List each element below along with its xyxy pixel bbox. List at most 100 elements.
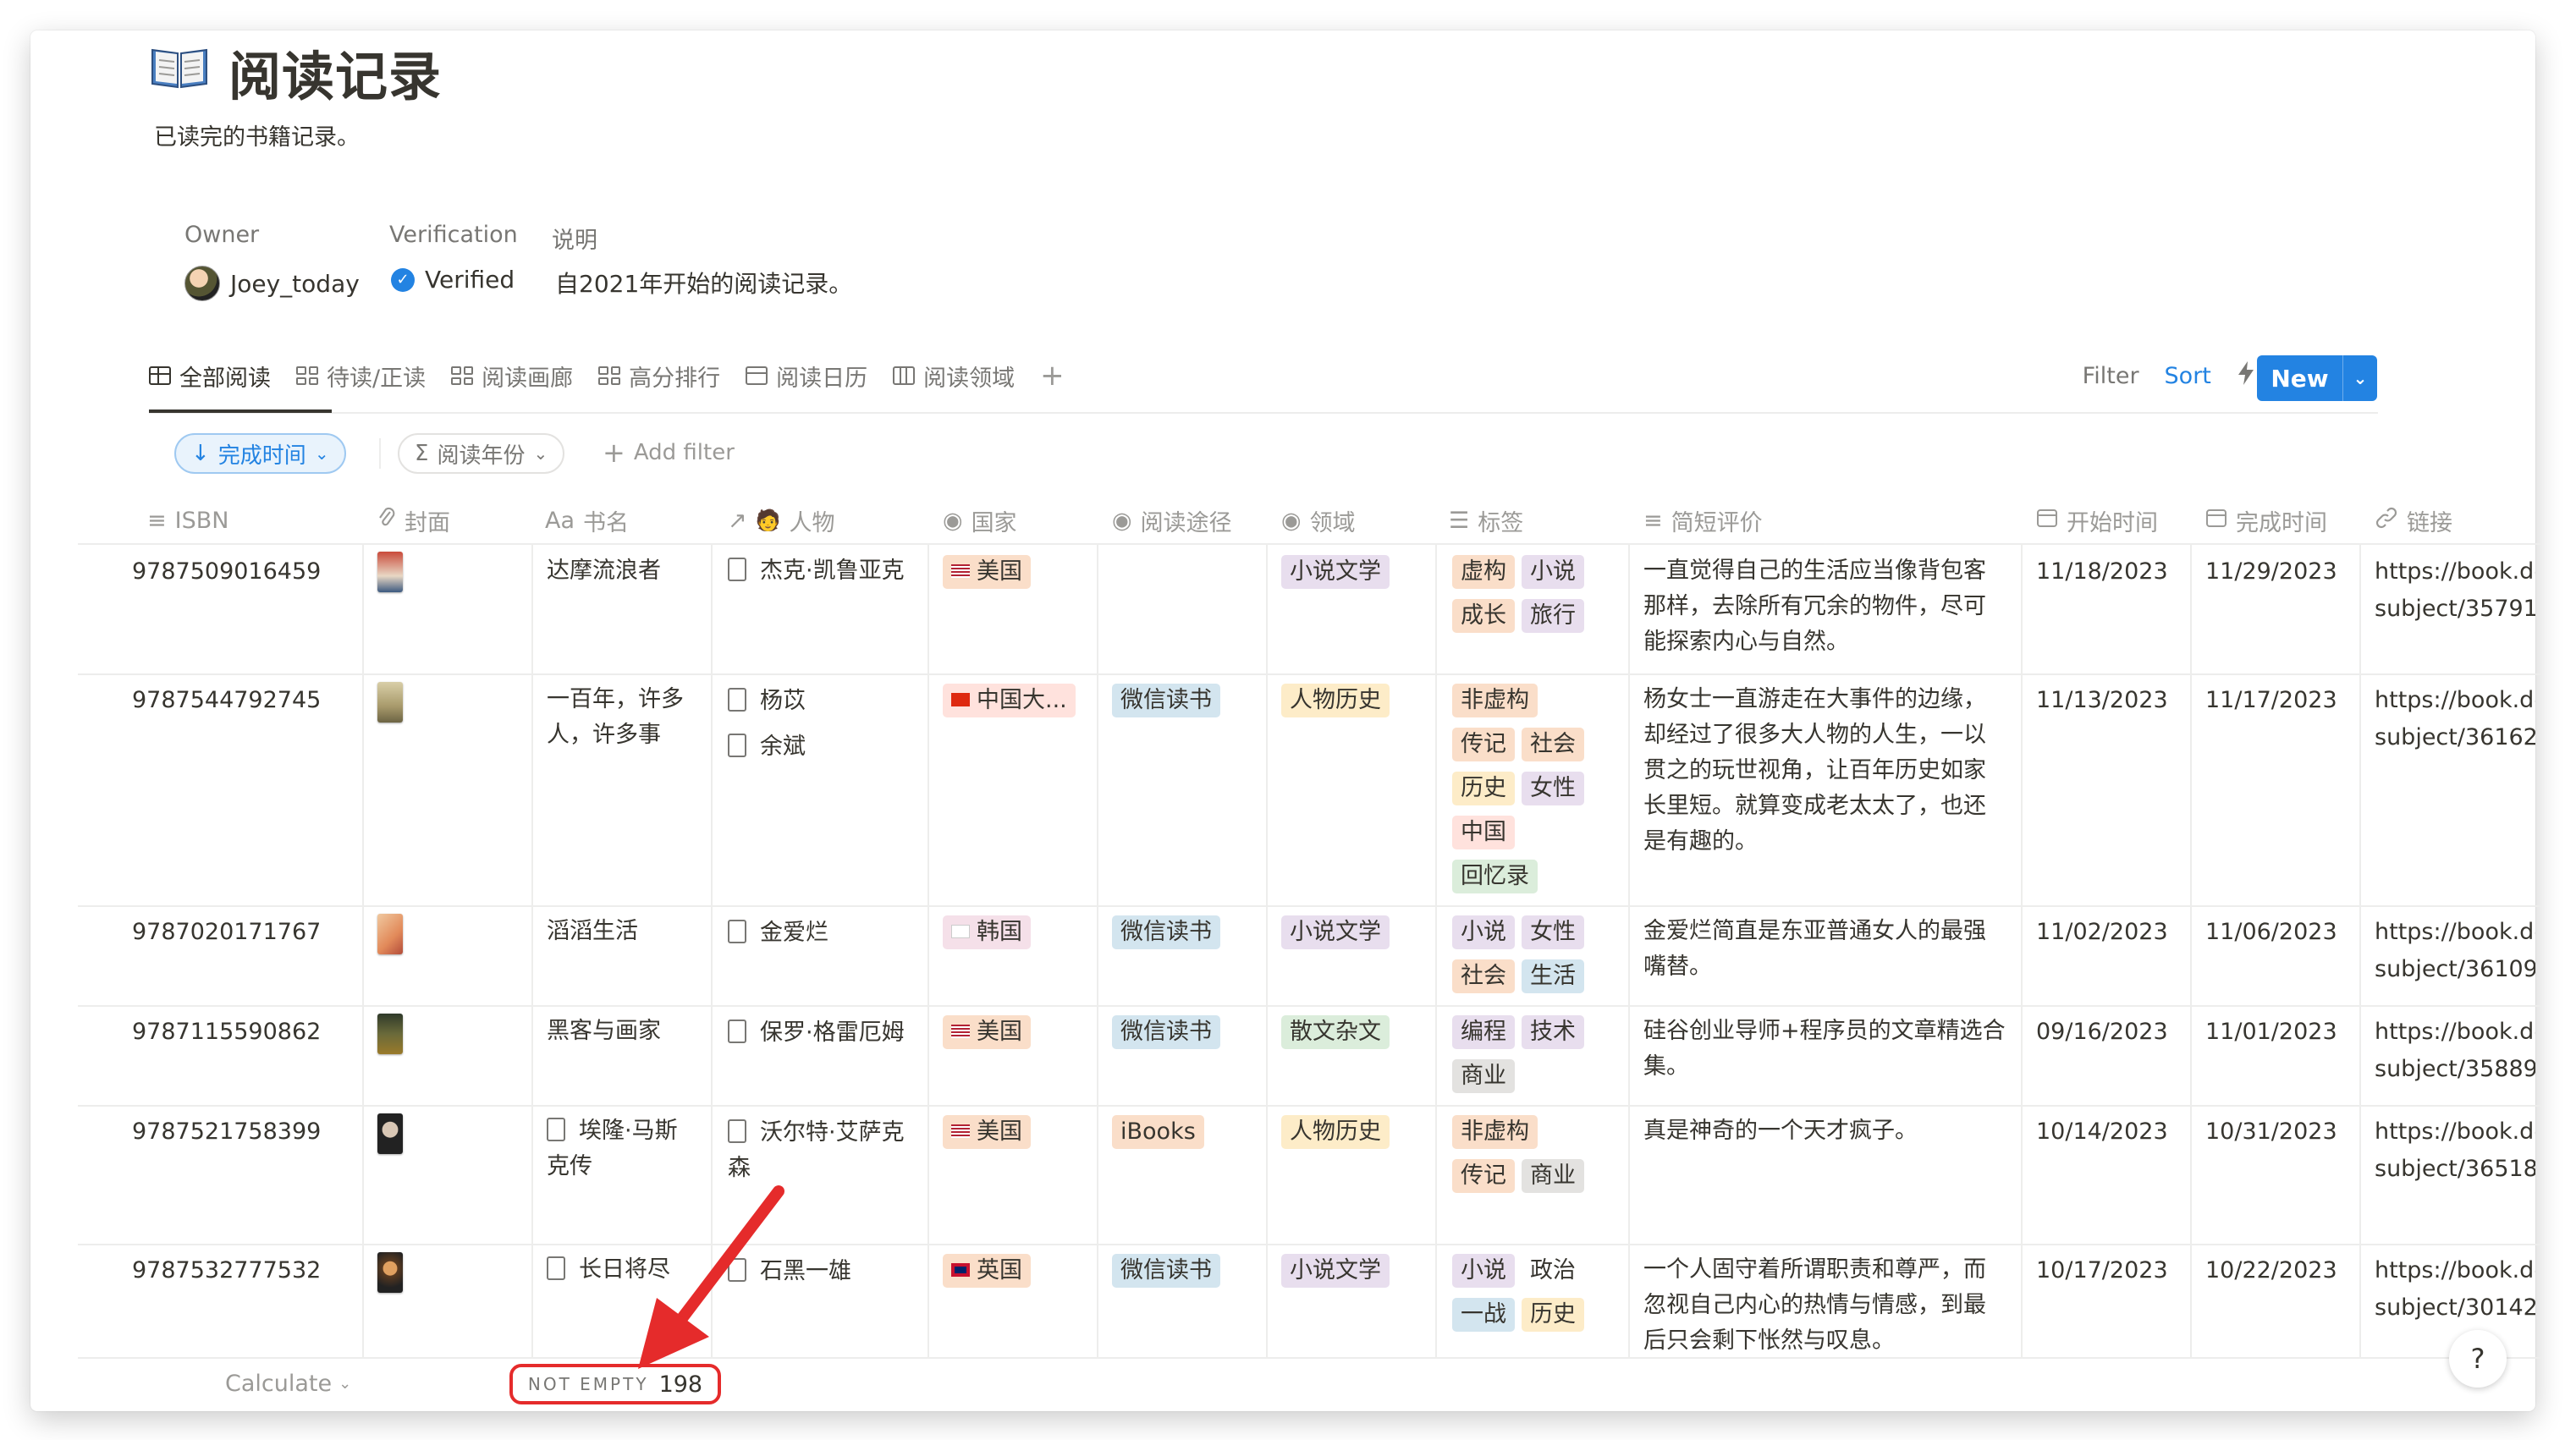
chevron-down-icon[interactable]: ⌄ (2342, 355, 2377, 401)
book-cover-image[interactable] (377, 1113, 403, 1154)
book-cover-image[interactable] (377, 1252, 403, 1293)
country-cell[interactable]: 美国 (943, 1115, 1038, 1159)
tab-gallery[interactable]: 阅读画廊 (451, 355, 573, 396)
column-header-country[interactable]: ◉ 国家 (943, 497, 1017, 543)
link-text[interactable]: https://book.dc (2375, 1113, 2535, 1151)
link-text[interactable]: subject/35791 (2375, 591, 2535, 628)
channel-cell[interactable]: 微信读书 (1112, 915, 1227, 959)
review-cell[interactable]: 一直觉得自己的生活应当像背包客那样，去除所有冗余的物件，尽可能探索内心与自然。 (1643, 553, 2007, 660)
tags-cell[interactable]: 小说 女性 社会 生活 (1452, 915, 1621, 1003)
calculate-button[interactable]: Calculate ⌄ (225, 1371, 351, 1397)
group-pill[interactable]: Σ 阅读年份 ⌄ (398, 433, 565, 474)
column-header-end[interactable]: 完成时间 (2205, 497, 2327, 543)
page-title[interactable]: 阅读记录 (228, 34, 442, 110)
start-date-cell[interactable]: 10/14/2023 (2036, 1118, 2168, 1145)
tags-cell[interactable]: 非虚构 传记 商业 (1452, 1115, 1621, 1203)
link-text[interactable]: https://book.dc (2375, 1014, 2535, 1051)
filter-button[interactable]: Filter (2083, 363, 2139, 389)
person-cell[interactable]: 杨苡 余斌 (728, 684, 916, 765)
title-cell[interactable]: 滔滔生活 (547, 914, 696, 949)
country-cell[interactable]: 中国大... (943, 684, 1082, 728)
link-text[interactable]: https://book.dc (2375, 553, 2535, 591)
sort-pill[interactable]: ↓ 完成时间 ⌄ (174, 433, 346, 474)
channel-cell[interactable]: iBooks (1112, 1115, 1211, 1159)
owner-value[interactable]: Joey_today (184, 266, 360, 301)
title-cell[interactable]: 黑客与画家 (547, 1014, 696, 1049)
title-cell[interactable]: 达摩流浪者 (547, 553, 691, 589)
tab-all-reading[interactable]: 全部阅读 (149, 355, 271, 396)
review-cell[interactable]: 金爱烂简直是东亚普通女人的最强嘴替。 (1643, 914, 2007, 985)
book-cover-image[interactable] (377, 1014, 403, 1054)
review-cell[interactable]: 杨女士一直游走在大事件的边缘，却经过了很多大人物的人生，一以贯之的玩世视角，让百… (1643, 682, 2007, 860)
channel-cell[interactable]: 微信读书 (1112, 684, 1227, 728)
tags-cell[interactable]: 非虚构 传记 社会 历史 女性 中国 回忆录 (1452, 684, 1621, 904)
link-text[interactable]: https://book.dc (2375, 1252, 2535, 1289)
column-header-tags[interactable]: ☰ 标签 (1449, 497, 1523, 543)
add-view-button[interactable]: + (1040, 355, 1065, 396)
link-text[interactable]: https://book.dc (2375, 682, 2535, 719)
tags-cell[interactable]: 虚构 小说 成长 旅行 (1452, 555, 1621, 643)
tab-to-read[interactable]: 待读/正读 (296, 355, 426, 396)
end-date-cell[interactable]: 11/29/2023 (2205, 558, 2337, 585)
new-button[interactable]: New ⌄ (2257, 355, 2377, 401)
domain-cell[interactable]: 散文杂文 (1281, 1015, 1396, 1059)
tags-cell[interactable]: 小说 政治 一战 历史 (1452, 1254, 1621, 1342)
person-cell[interactable]: 沃尔特·艾萨克森 (728, 1115, 916, 1186)
review-cell[interactable]: 一个人固守着所谓职责和尊严，而忽视自己内心的热情与情感，到最后只会剩下怅然与叹息… (1643, 1252, 2007, 1355)
link-text[interactable]: subject/35889 (2375, 1051, 2535, 1088)
title-cell[interactable]: 埃隆·马斯克传 (547, 1113, 696, 1184)
column-header-channel[interactable]: ◉ 阅读途径 (1112, 497, 1232, 543)
person-cell[interactable]: 金爱烂 (728, 915, 916, 951)
tab-calendar[interactable]: 阅读日历 (746, 355, 867, 396)
column-header-start[interactable]: 开始时间 (2036, 497, 2158, 543)
review-cell[interactable]: 真是神奇的一个天才疯子。 (1643, 1113, 2007, 1149)
link-text[interactable]: subject/30142 (2375, 1289, 2535, 1327)
link-cell[interactable]: https://book.dc subject/35889 (2375, 1014, 2535, 1088)
domain-cell[interactable]: 人物历史 (1281, 1115, 1396, 1159)
start-date-cell[interactable]: 09/16/2023 (2036, 1019, 2168, 1045)
start-date-cell[interactable]: 11/02/2023 (2036, 919, 2168, 945)
start-date-cell[interactable]: 11/18/2023 (2036, 558, 2168, 585)
domain-cell[interactable]: 小说文学 (1281, 555, 1396, 599)
domain-cell[interactable]: 人物历史 (1281, 684, 1396, 728)
column-header-person[interactable]: ↗ 🧑 人物 (728, 497, 835, 543)
person-cell[interactable]: 保罗·格雷厄姆 (728, 1015, 916, 1051)
tab-domains[interactable]: 阅读领域 (893, 355, 1015, 396)
domain-cell[interactable]: 小说文学 (1281, 915, 1396, 959)
column-header-review[interactable]: ≡ 简短评价 (1643, 497, 1763, 543)
link-cell[interactable]: https://book.dc subject/36109 (2375, 914, 2535, 988)
start-date-cell[interactable]: 10/17/2023 (2036, 1257, 2168, 1283)
link-cell[interactable]: https://book.dc subject/36518 (2375, 1113, 2535, 1188)
country-cell[interactable]: 英国 (943, 1254, 1038, 1298)
automation-lightning-icon[interactable] (2237, 360, 2255, 392)
column-header-title[interactable]: Aa 书名 (545, 497, 629, 543)
link-text[interactable]: subject/36162 (2375, 719, 2535, 756)
person-cell[interactable]: 杰克·凯鲁亚克 (728, 553, 916, 589)
column-header-domain[interactable]: ◉ 领域 (1281, 497, 1356, 543)
help-button[interactable]: ? (2449, 1330, 2507, 1388)
book-cover-image[interactable] (377, 682, 403, 723)
domain-cell[interactable]: 小说文学 (1281, 1254, 1396, 1298)
end-date-cell[interactable]: 11/06/2023 (2205, 919, 2337, 945)
country-cell[interactable]: 美国 (943, 1015, 1038, 1059)
channel-cell[interactable]: 微信读书 (1112, 1015, 1227, 1059)
link-text[interactable]: https://book.dc (2375, 914, 2535, 951)
end-date-cell[interactable]: 11/17/2023 (2205, 687, 2337, 713)
link-text[interactable]: subject/36109 (2375, 951, 2535, 988)
column-header-isbn[interactable]: ≡ ISBN (147, 497, 228, 543)
sort-button[interactable]: Sort (2165, 363, 2211, 389)
review-cell[interactable]: 硅谷创业导师+程序员的文章精选合集。 (1643, 1014, 2007, 1085)
note-value[interactable]: 自2021年开始的阅读记录。 (555, 266, 852, 300)
end-date-cell[interactable]: 10/31/2023 (2205, 1118, 2337, 1145)
column-header-cover[interactable]: 封面 (377, 497, 450, 543)
country-cell[interactable]: 韩国 (943, 915, 1038, 959)
page-description[interactable]: 已读完的书籍记录。 (154, 118, 360, 151)
verification-value[interactable]: ✓ Verified (391, 266, 515, 294)
link-text[interactable]: subject/36518 (2375, 1151, 2535, 1188)
start-date-cell[interactable]: 11/13/2023 (2036, 687, 2168, 713)
end-date-cell[interactable]: 11/01/2023 (2205, 1019, 2337, 1045)
tags-cell[interactable]: 编程 技术 商业 (1452, 1015, 1621, 1103)
end-date-cell[interactable]: 10/22/2023 (2205, 1257, 2337, 1283)
book-cover-image[interactable] (377, 552, 403, 592)
link-cell[interactable]: https://book.dc subject/30142 (2375, 1252, 2535, 1327)
